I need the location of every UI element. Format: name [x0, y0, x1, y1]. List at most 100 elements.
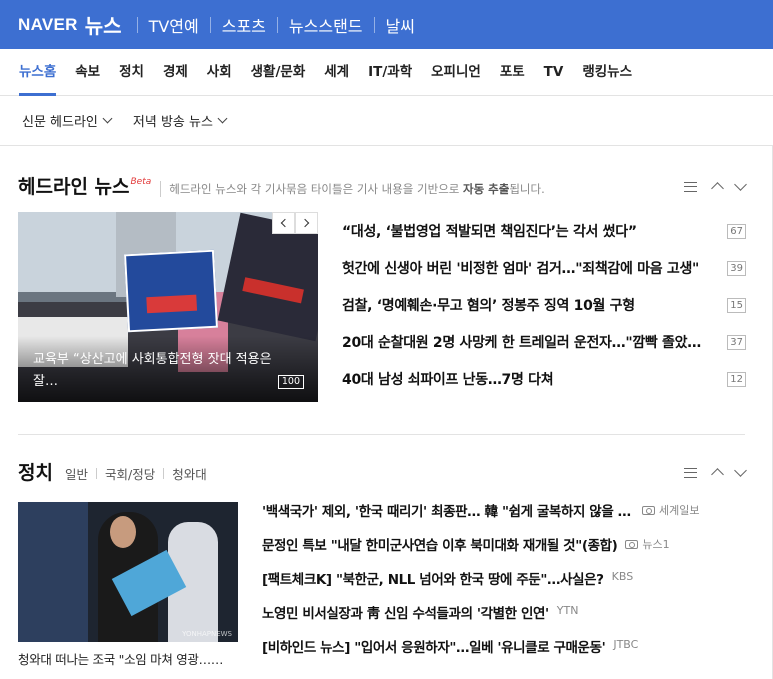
headline-link[interactable]: 헛간에 신생아 버린 '비정한 엄마' 검거…"죄책감에 마음 고생"	[342, 258, 704, 278]
list-item[interactable]: [비하인드 뉴스] "입어서 응원하자"…일베 '유니클로 구매운동' JTBC	[262, 636, 722, 670]
beta-badge: Beta	[130, 177, 152, 187]
news-source[interactable]: JTBC	[613, 638, 638, 651]
chevron-up-icon[interactable]	[711, 468, 724, 481]
list-item[interactable]: 40대 남성 쇠파이프 난동…7명 다쳐 12	[342, 369, 746, 406]
news-link[interactable]: [비하인드 뉴스] "입어서 응원하자"…일베 '유니클로 구매운동'	[262, 636, 606, 656]
divider	[209, 16, 211, 33]
headline-link[interactable]: 20대 순찰대원 2명 사망케 한 트레일러 운전자…"깜빡 졸았다"	[342, 332, 704, 352]
chevron-down-icon	[102, 113, 113, 124]
chevron-left-icon	[280, 218, 290, 228]
related-count-badge[interactable]: 12	[727, 372, 746, 387]
headline-link[interactable]: 40대 남성 쇠파이프 난동…7명 다쳐	[342, 369, 704, 389]
newspaper-headline-dropdown[interactable]: 신문 헤드라인	[22, 111, 113, 130]
category-nav: 뉴스홈 속보 정치 경제 사회 생활/문화 세계 IT/과학 오피니언 포토 T…	[0, 49, 773, 96]
next-button[interactable]	[295, 212, 318, 234]
tab-breaking[interactable]: 속보	[75, 49, 100, 96]
tab-opinion[interactable]: 오피니언	[431, 49, 481, 96]
tab-assembly-party[interactable]: 국회/정당	[105, 464, 155, 483]
photo-caption: 교육부 “상산고에 사회통합전형 잣대 적용은 잘…	[18, 336, 318, 402]
headline-link[interactable]: “대성, ‘불법영업 적발되면 책임진다’는 각서 썼다”	[342, 221, 704, 241]
tab-world[interactable]: 세계	[324, 49, 349, 96]
headline-list: “대성, ‘불법영업 적발되면 책임진다’는 각서 썼다” 67 헛간에 신생아…	[342, 221, 746, 406]
dropdown-label: 신문 헤드라인	[22, 115, 98, 130]
news-link[interactable]: 문정인 특보 "내달 한미군사연습 이후 북미대화 재개될 것"(종합)	[262, 534, 618, 554]
headline-link[interactable]: 검찰, ‘명예훼손·무고 혐의’ 정봉주 징역 10월 구형	[342, 295, 704, 315]
related-count-badge[interactable]: 39	[727, 261, 746, 276]
chevron-down-icon[interactable]	[734, 464, 747, 477]
headline-photo[interactable]: 교육부 “상산고에 사회통합전형 잣대 적용은 잘… 100	[18, 212, 318, 402]
section-description: 헤드라인 뉴스와 각 기사묶음 타이틀은 기사 내용을 기반으로 자동 추출됩니…	[160, 181, 545, 197]
news-link[interactable]: [팩트체크K] "북한군, NLL 넘어와 한국 땅에 주둔"…사실은?	[262, 568, 604, 588]
top-nav-sports[interactable]: 스포츠	[222, 13, 266, 37]
headline-controls	[684, 178, 747, 195]
tab-life-culture[interactable]: 생활/문화	[251, 49, 306, 96]
top-header: NAVER 뉴스 TV연예 스포츠 뉴스스탠드 날씨	[0, 0, 773, 49]
section-divider	[18, 434, 745, 435]
tab-politics[interactable]: 정치	[119, 49, 144, 96]
news-source[interactable]: YTN	[557, 604, 579, 617]
politics-list: '백색국가' 제외, '한국 때리기' 최종판… 韓 "쉽게 굴복하지 않을 것…	[262, 500, 722, 670]
sub-nav: 신문 헤드라인 저녁 방송 뉴스	[0, 96, 773, 146]
photo-caption[interactable]: 청와대 떠나는 조국 "소임 마쳐 영광……	[18, 649, 238, 668]
politics-controls	[684, 464, 747, 481]
tab-it-science[interactable]: IT/과학	[368, 49, 412, 96]
camera-icon	[642, 505, 655, 515]
list-item[interactable]: 문정인 특보 "내달 한미군사연습 이후 북미대화 재개될 것"(종합) 뉴스1	[262, 534, 722, 568]
list-item[interactable]: 검찰, ‘명예훼손·무고 혐의’ 정봉주 징역 10월 구형 15	[342, 295, 746, 332]
tab-ranking[interactable]: 랭킹뉴스	[582, 49, 632, 96]
naver-logo[interactable]: NAVER	[18, 15, 78, 35]
top-nav-tv-entertainment[interactable]: TV연예	[149, 13, 199, 37]
related-count-badge[interactable]: 67	[727, 224, 746, 239]
photo-watermark: YONHAPNEWS	[182, 630, 232, 638]
top-nav: TV연예 스포츠 뉴스스탠드 날씨	[126, 13, 415, 37]
list-item[interactable]: [팩트체크K] "북한군, NLL 넘어와 한국 땅에 주둔"…사실은? KBS	[262, 568, 722, 602]
chevron-up-icon[interactable]	[711, 182, 724, 195]
list-item[interactable]: '백색국가' 제외, '한국 때리기' 최종판… 韓 "쉽게 굴복하지 않을 것…	[262, 500, 722, 534]
divider	[136, 16, 138, 33]
menu-icon[interactable]	[684, 181, 697, 192]
list-item[interactable]: “대성, ‘불법영업 적발되면 책임진다’는 각서 썼다” 67	[342, 221, 746, 258]
camera-icon	[625, 539, 639, 549]
menu-icon[interactable]	[684, 467, 697, 478]
news-link[interactable]: '백색국가' 제외, '한국 때리기' 최종판… 韓 "쉽게 굴복하지 않을 것…	[262, 500, 634, 520]
politics-tabs: 일반 국회/정당 청와대	[65, 464, 207, 483]
chevron-right-icon	[300, 218, 310, 228]
politics-photo[interactable]: YONHAPNEWS	[18, 502, 238, 642]
chevron-down-icon	[217, 113, 228, 124]
news-source[interactable]: KBS	[612, 570, 634, 583]
tab-general[interactable]: 일반	[65, 464, 88, 483]
tab-photo[interactable]: 포토	[500, 49, 525, 96]
news-logo[interactable]: 뉴스	[85, 10, 122, 39]
prev-button[interactable]	[272, 212, 295, 234]
politics-section-header: 정치 일반 국회/정당 청와대	[18, 458, 207, 485]
news-source[interactable]: 뉴스1	[625, 536, 670, 552]
photo-caption-text: 교육부 “상산고에 사회통합전형 잣대 적용은 잘…	[33, 352, 272, 389]
top-nav-weather[interactable]: 날씨	[386, 13, 415, 37]
photo-arrows	[272, 212, 318, 234]
news-link[interactable]: 노영민 비서실장과 靑 신임 수석들과의 '각별한 인연'	[262, 602, 549, 622]
section-title: 헤드라인 뉴스	[18, 176, 130, 198]
divider	[163, 468, 165, 479]
tab-tv[interactable]: TV	[544, 49, 564, 96]
section-title[interactable]: 정치	[18, 458, 53, 485]
chevron-down-icon[interactable]	[734, 178, 747, 191]
tab-society[interactable]: 사회	[207, 49, 232, 96]
related-count-badge[interactable]: 37	[727, 335, 746, 350]
tab-blue-house[interactable]: 청와대	[172, 464, 207, 483]
evening-broadcast-dropdown[interactable]: 저녁 방송 뉴스	[132, 111, 228, 130]
divider	[373, 16, 375, 33]
protest-sign	[124, 249, 218, 333]
list-item[interactable]: 헛간에 신생아 버린 '비정한 엄마' 검거…"죄책감에 마음 고생" 39	[342, 258, 746, 295]
tab-economy[interactable]: 경제	[163, 49, 188, 96]
list-item[interactable]: 노영민 비서실장과 靑 신임 수석들과의 '각별한 인연' YTN	[262, 602, 722, 636]
related-count-badge[interactable]: 15	[727, 298, 746, 313]
tab-news-home[interactable]: 뉴스홈	[19, 49, 57, 96]
divider	[95, 468, 97, 479]
divider	[276, 16, 278, 33]
top-nav-newsstand[interactable]: 뉴스스탠드	[289, 13, 363, 37]
list-item[interactable]: 20대 순찰대원 2명 사망케 한 트레일러 운전자…"깜빡 졸았다" 37	[342, 332, 746, 369]
related-count-badge: 100	[277, 375, 304, 389]
dropdown-label: 저녁 방송 뉴스	[132, 115, 213, 130]
news-source[interactable]: 세계일보	[642, 502, 699, 518]
headline-section-header: 헤드라인 뉴스 Beta 헤드라인 뉴스와 각 기사묶음 타이틀은 기사 내용을…	[18, 172, 545, 199]
